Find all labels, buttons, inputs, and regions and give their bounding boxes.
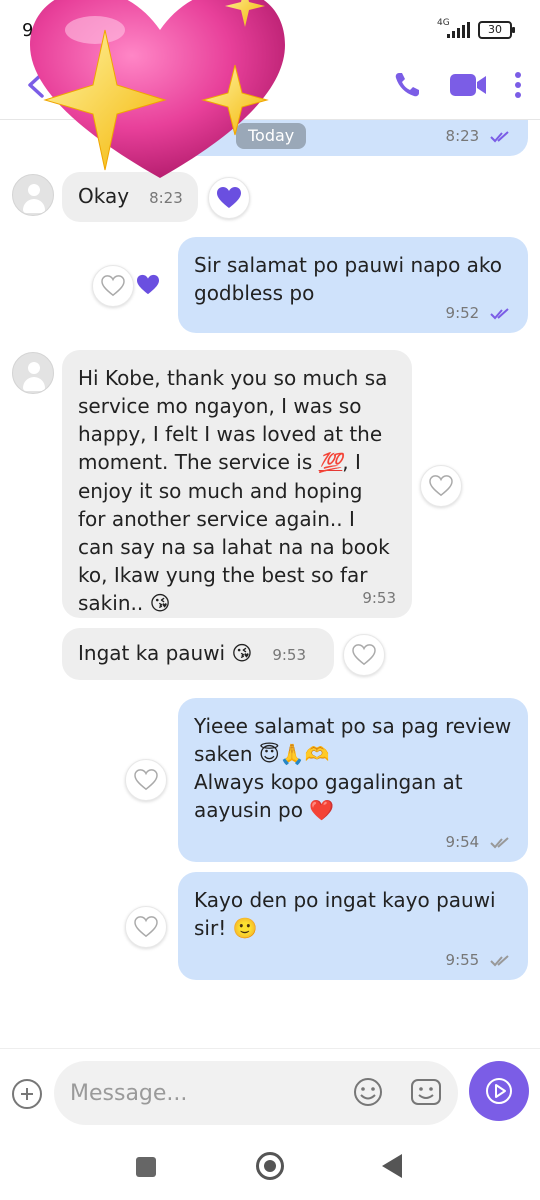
video-icon[interactable]	[448, 70, 488, 100]
system-nav-bar	[0, 1140, 540, 1200]
reaction-button[interactable]	[125, 759, 167, 801]
header-actions	[366, 68, 522, 102]
double-check-icon	[490, 954, 509, 966]
date-separator: Today	[236, 123, 307, 149]
heart-outline-icon	[101, 275, 125, 297]
message-text: Okay	[78, 184, 130, 208]
status-bar: 9 4G 30	[0, 0, 540, 50]
message-bubble-out[interactable]: Kayo den po ingat kayo pauwi sir! 🙂 9:55	[178, 872, 528, 980]
message-time: 9:53	[362, 589, 396, 607]
heart-icon	[137, 274, 159, 295]
heart-icon	[217, 187, 241, 208]
battery-icon: 30	[478, 21, 515, 39]
reaction-button[interactable]	[420, 465, 462, 507]
signal-icon	[447, 22, 471, 38]
chat-header	[0, 50, 540, 120]
smile-icon[interactable]	[353, 1077, 383, 1107]
reaction-button[interactable]	[92, 265, 134, 307]
back-arrow-icon[interactable]	[22, 70, 52, 100]
status-time: 9	[22, 20, 34, 41]
message-time: 8:23	[445, 127, 480, 145]
message-bubble-out[interactable]: 8:23	[178, 120, 528, 156]
smile-emoji: 🙂	[232, 916, 258, 940]
heart-outline-icon	[352, 644, 376, 666]
sticker-icon[interactable]	[410, 1077, 442, 1107]
heart-outline-icon	[429, 475, 453, 497]
reaction-button[interactable]	[125, 906, 167, 948]
angel-pray-hands-emoji: 😇🙏🫶	[258, 742, 330, 766]
hundred-points-emoji: 💯	[318, 452, 343, 474]
recents-button[interactable]	[136, 1157, 156, 1177]
message-composer	[0, 1048, 540, 1140]
heart-outline-icon	[134, 916, 158, 938]
red-heart-emoji: ❤️	[309, 798, 335, 822]
message-bubble-in[interactable]: Okay 8:23	[62, 172, 198, 222]
message-text: Yieee salamat po sa pag review saken	[194, 714, 512, 766]
message-bubble-in[interactable]: Hi Kobe, thank you so much sa service mo…	[62, 350, 412, 618]
reaction-button[interactable]	[343, 634, 385, 676]
message-input[interactable]	[54, 1061, 458, 1125]
message-bubble-in[interactable]: Ingat ka pauwi 😘 9:53	[62, 628, 334, 680]
message-text: Sir salamat po pauwi napo ako godbless p…	[194, 253, 503, 305]
message-text: Ingat ka pauwi	[78, 641, 232, 665]
double-check-icon	[490, 836, 509, 848]
kiss-emoji: 😘	[149, 591, 171, 615]
message-time: 9:54	[445, 833, 480, 851]
message-text-cont: , I enjoy it so much and hoping for anot…	[78, 450, 390, 615]
heart-outline-icon	[134, 769, 158, 791]
chat-thread[interactable]: 8:23 Today Okay 8:23 Sir salamat po pauwi…	[0, 120, 540, 1045]
avatar[interactable]	[12, 352, 54, 394]
message-time: 9:55	[445, 951, 480, 969]
home-button[interactable]	[256, 1152, 284, 1180]
more-icon[interactable]	[514, 70, 522, 100]
send-button[interactable]	[469, 1061, 529, 1121]
message-time: 8:23	[149, 189, 183, 207]
double-check-icon	[490, 130, 509, 142]
message-bubble-out[interactable]: Sir salamat po pauwi napo ako godbless p…	[178, 237, 528, 333]
avatar[interactable]	[12, 174, 54, 216]
phone-icon[interactable]	[392, 70, 422, 100]
message-time: 9:52	[445, 304, 480, 322]
message-time: 9:53	[272, 646, 307, 664]
kiss-emoji: 😘	[231, 641, 253, 665]
back-button[interactable]	[382, 1154, 402, 1178]
message-bubble-out[interactable]: Yieee salamat po sa pag review saken 😇🙏🫶…	[178, 698, 528, 862]
double-check-icon	[490, 307, 509, 319]
reaction-button[interactable]	[208, 177, 250, 219]
voice-play-icon	[486, 1078, 512, 1104]
plus-icon[interactable]	[12, 1079, 42, 1109]
